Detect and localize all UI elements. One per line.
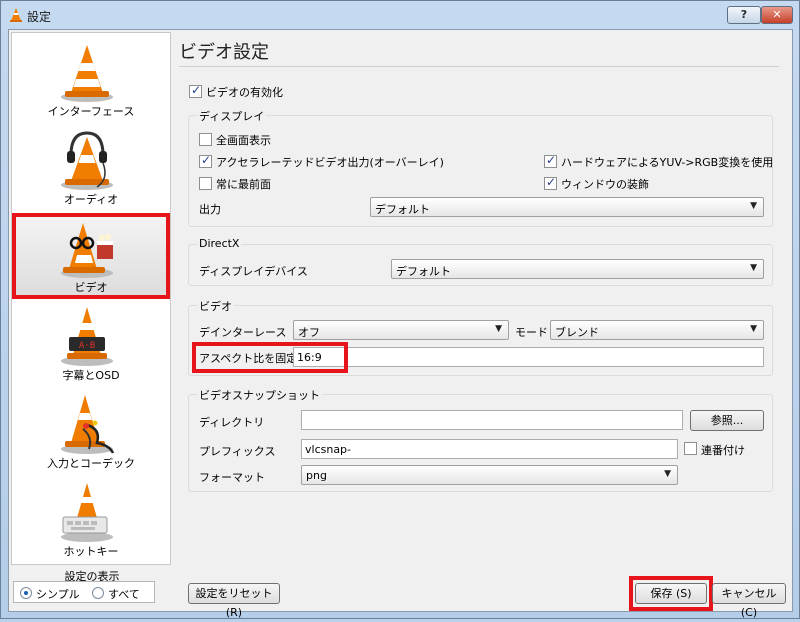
format-select[interactable]: png ▼ <box>301 465 678 485</box>
enable-video-checkbox[interactable] <box>189 83 202 98</box>
display-device-select[interactable]: デフォルト ▼ <box>391 259 764 279</box>
aspect-ratio-highlight <box>192 342 348 373</box>
radio-all[interactable] <box>92 587 104 599</box>
help-button[interactable]: ? <box>727 6 761 24</box>
sidebar-item-label: 入力とコーデック <box>47 457 135 470</box>
chevron-down-icon: ▼ <box>750 324 757 334</box>
sidebar-item-label: ビデオ <box>74 281 108 294</box>
chevron-down-icon: ▼ <box>750 263 757 273</box>
close-button[interactable]: ✕ <box>761 6 793 24</box>
hw-yuv-checkbox[interactable] <box>544 153 557 168</box>
vlc-cone-subtitle-icon: A·B <box>61 307 113 366</box>
vlc-cone-icon <box>61 45 113 102</box>
deinterlace-mode-value: ブレンド <box>555 326 599 339</box>
directory-label: ディレクトリ <box>199 416 265 429</box>
enable-video-label: ビデオの有効化 <box>206 86 283 99</box>
window-title: 設定 <box>27 10 52 24</box>
radio-simple-label: シンプル <box>36 588 80 601</box>
sidebar-item-subtitles-osd[interactable]: A·B 字幕とOSD <box>12 301 170 387</box>
vlc-cone-cables-icon <box>61 395 115 454</box>
display-group-title: ディスプレイ <box>197 108 267 124</box>
vlc-cone-keyboard-icon <box>61 483 113 542</box>
sidebar-item-audio[interactable]: オーディオ <box>12 125 170 211</box>
accelerated-output-label: アクセラレーテッドビデオ出力(オーバーレイ) <box>216 156 444 169</box>
fullscreen-checkbox[interactable] <box>199 133 212 146</box>
sidebar-item-label: ホットキー <box>63 545 119 558</box>
title-divider <box>179 66 779 67</box>
dialog-body: インターフェース オーディオ ビデオ A·B 字幕とOSD 入力とコーデック ホ… <box>8 29 793 619</box>
video-group-title: ビデオ <box>197 298 234 314</box>
radio-all-label: すべて <box>108 588 140 601</box>
sidebar-item-interface[interactable]: インターフェース <box>12 37 170 123</box>
hw-yuv-label: ハードウェアによるYUV->RGB変換を使用 <box>561 156 774 169</box>
sidebar-item-label: オーディオ <box>63 193 119 206</box>
chevron-down-icon: ▼ <box>750 201 757 211</box>
sidebar-item-label: インターフェース <box>47 105 135 118</box>
prefix-value: vlcsnap- <box>305 443 352 456</box>
deinterlace-select[interactable]: オフ ▼ <box>293 320 509 340</box>
snapshot-group-title: ビデオスナップショット <box>197 387 322 403</box>
svg-text:A·B: A·B <box>79 341 95 351</box>
accelerated-output-checkbox[interactable] <box>199 153 212 168</box>
always-on-top-checkbox[interactable] <box>199 177 212 190</box>
output-label: 出力 <box>199 203 221 216</box>
sidebar-item-hotkeys[interactable]: ホットキー <box>12 477 170 563</box>
page-title: ビデオ設定 <box>179 42 269 63</box>
format-value: png <box>306 469 327 482</box>
mode-label: モード <box>515 326 548 339</box>
aspect-ratio-input[interactable]: 16:9 <box>293 347 764 367</box>
settings-window: 設定 ? ✕ インターフェース オーディオ ビデオ A·B 字幕とOSD 入力と… <box>0 0 800 619</box>
directory-input[interactable] <box>301 410 683 430</box>
window-decorations-checkbox[interactable] <box>544 175 557 190</box>
radio-simple[interactable] <box>20 587 32 599</box>
chevron-down-icon: ▼ <box>495 324 502 334</box>
chevron-down-icon: ▼ <box>664 469 671 479</box>
sidebar-item-video[interactable]: ビデオ <box>12 213 170 299</box>
sequential-numbering-checkbox[interactable] <box>684 442 697 455</box>
reset-settings-button[interactable]: 設定をリセット (R) <box>188 583 280 619</box>
deinterlace-label: デインターレース <box>199 326 287 339</box>
prefix-label: プレフィックス <box>199 445 276 458</box>
output-select[interactable]: デフォルト ▼ <box>370 197 764 217</box>
title-bar: 設定 ? ✕ <box>1 1 799 29</box>
sequential-numbering-label: 連番付け <box>701 444 745 457</box>
fullscreen-label: 全画面表示 <box>216 134 271 147</box>
display-device-label: ディスプレイデバイス <box>199 265 308 278</box>
directx-group-title: DirectX <box>197 237 242 250</box>
sidebar-item-label: 字幕とOSD <box>62 369 120 382</box>
cancel-button[interactable]: キャンセル (C) <box>712 583 786 619</box>
browse-button[interactable]: 参照... <box>690 410 764 431</box>
sidebar-item-input-codecs[interactable]: 入力とコーデック <box>12 389 170 475</box>
output-select-value: デフォルト <box>375 203 430 216</box>
save-button-highlight <box>629 576 713 611</box>
window-decorations-label: ウィンドウの装飾 <box>561 178 649 191</box>
vlc-cone-glasses-icon <box>61 223 113 278</box>
vlc-cone-icon <box>10 8 22 22</box>
prefix-input[interactable]: vlcsnap- <box>301 439 678 459</box>
display-device-value: デフォルト <box>396 265 451 278</box>
vlc-cone-headphones-icon <box>61 131 113 190</box>
category-sidebar: インターフェース オーディオ ビデオ A·B 字幕とOSD 入力とコーデック ホ… <box>11 32 171 565</box>
deinterlace-mode-select[interactable]: ブレンド ▼ <box>550 320 764 340</box>
format-label: フォーマット <box>199 471 265 484</box>
deinterlace-value: オフ <box>298 326 320 339</box>
always-on-top-label: 常に最前面 <box>216 178 271 191</box>
settings-scope-group: シンプル すべて <box>13 581 155 603</box>
